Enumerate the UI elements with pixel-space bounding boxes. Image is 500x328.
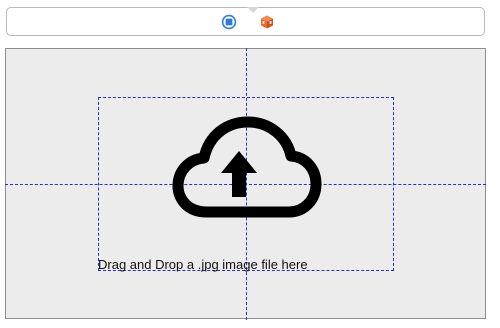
- scene-dock: [6, 7, 485, 36]
- storyboard-canvas: Drag and Drop a .jpg image file here: [0, 0, 500, 328]
- drop-zone-label: Drag and Drop a .jpg image file here: [98, 257, 308, 272]
- cube-icon[interactable]: [259, 14, 275, 30]
- dock-pointer: [247, 7, 259, 13]
- cloud-upload-icon[interactable]: [171, 116, 323, 222]
- view-controller-icon[interactable]: [221, 14, 237, 30]
